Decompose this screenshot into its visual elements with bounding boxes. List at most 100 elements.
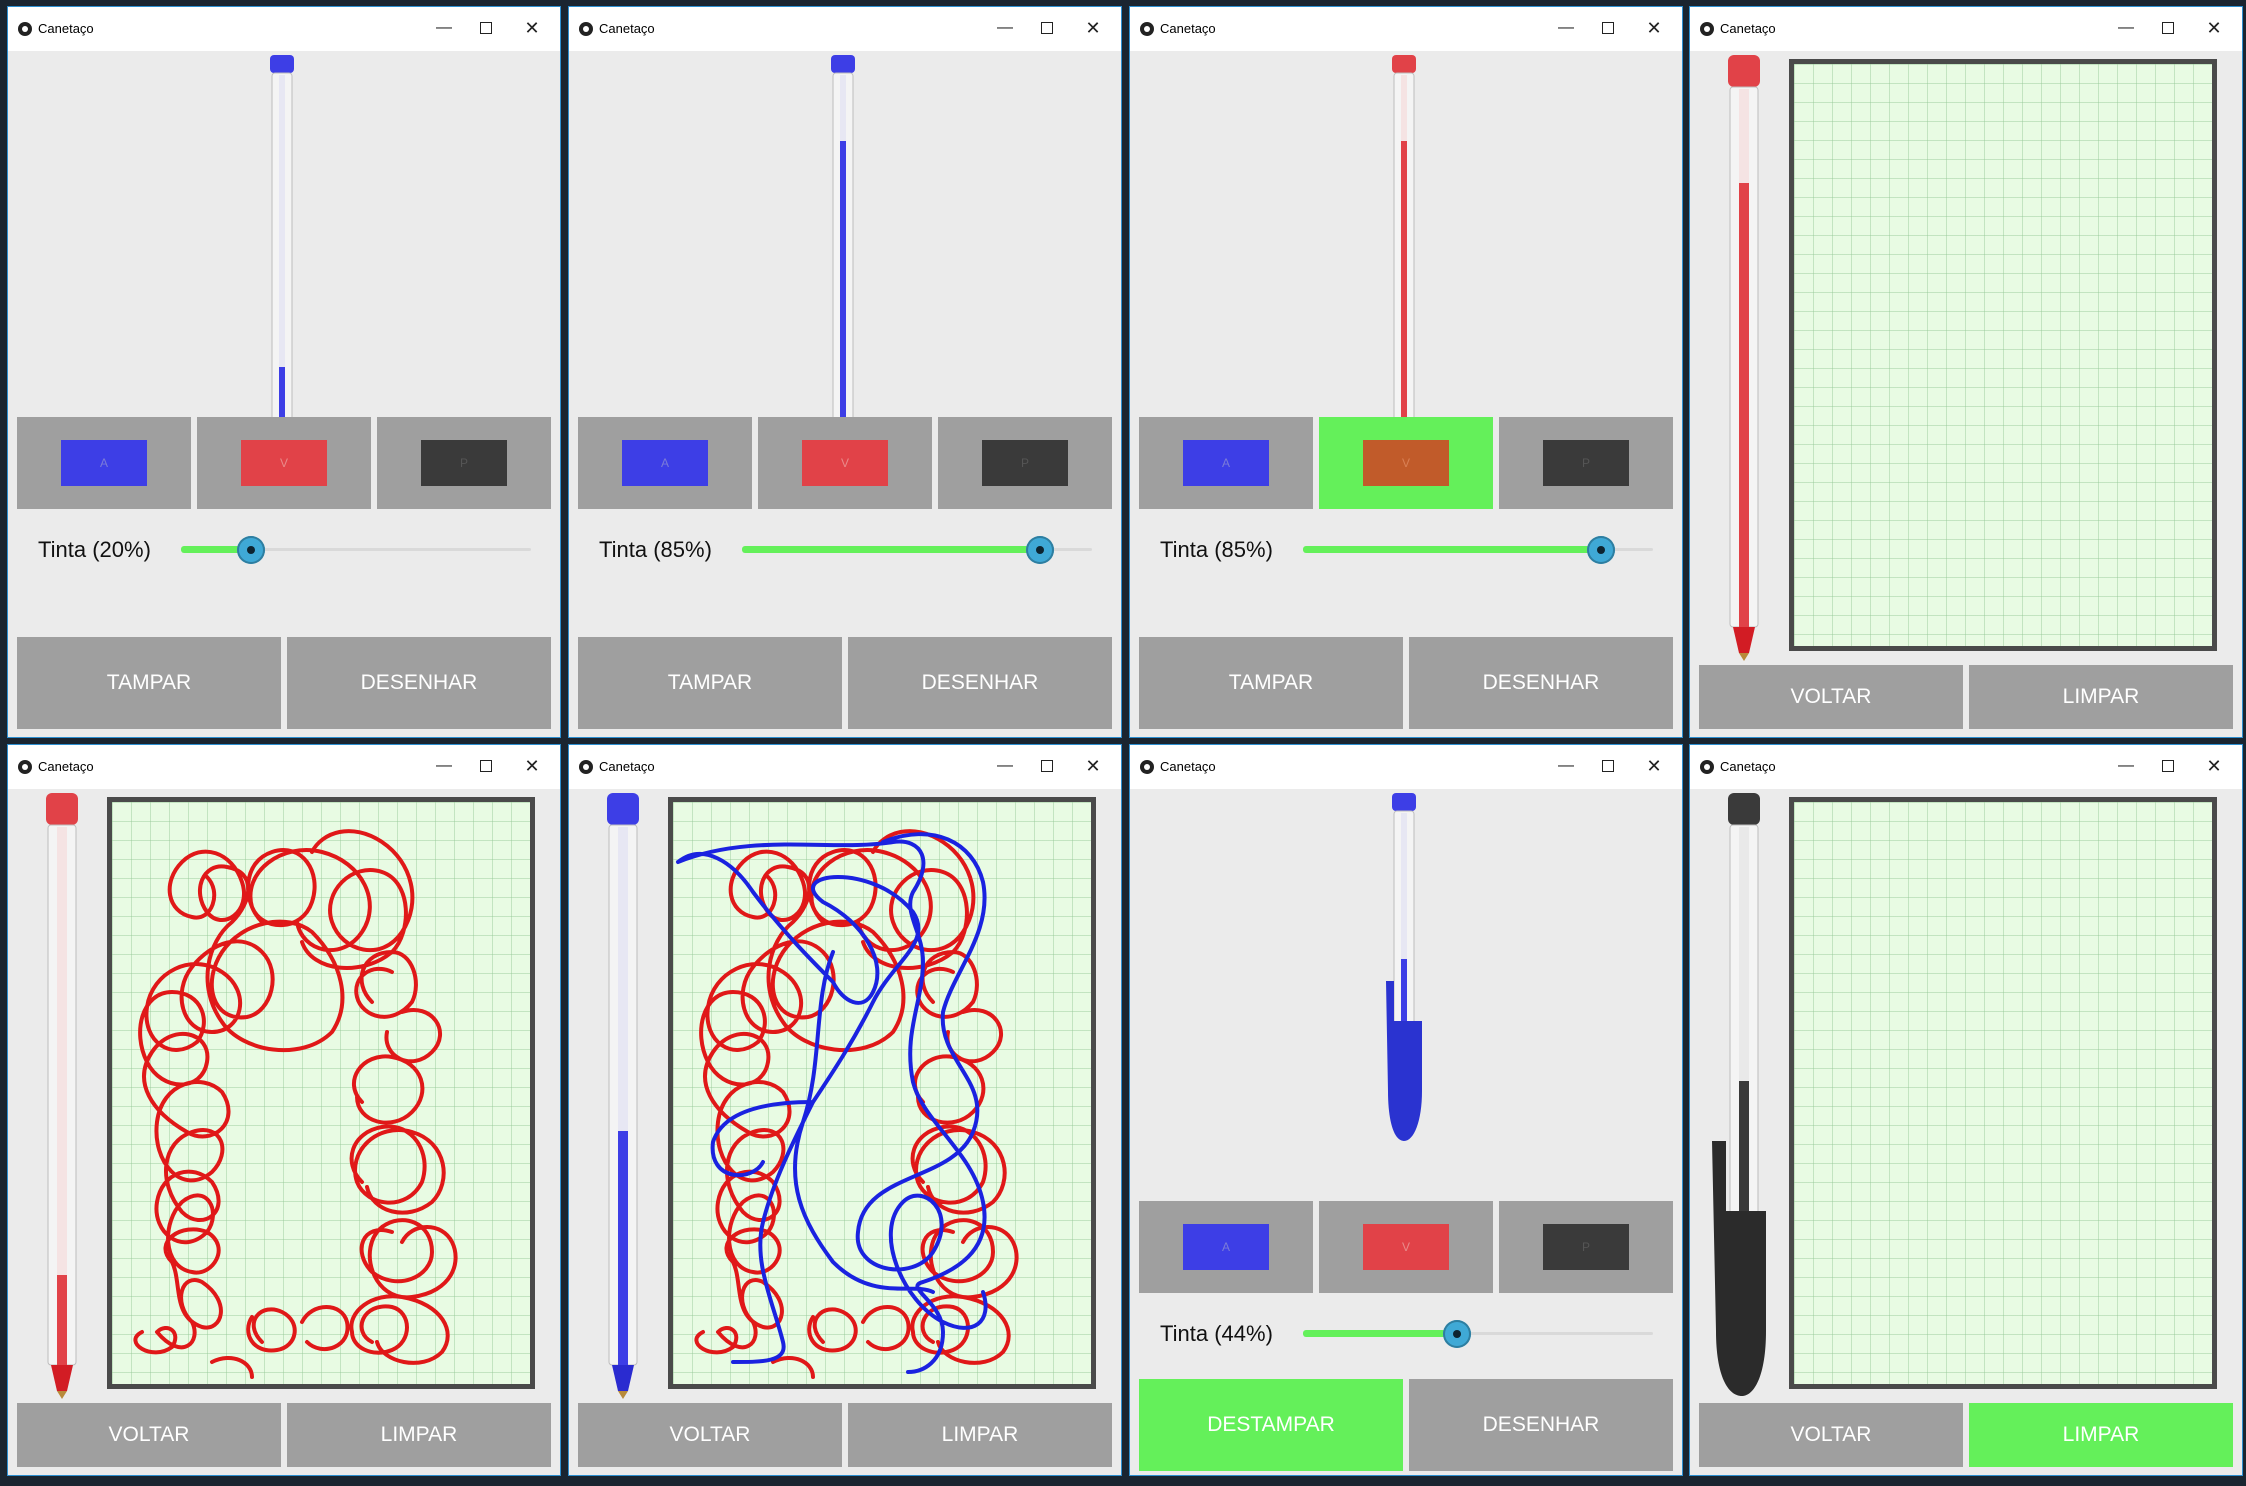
color-button-black[interactable]: P (377, 417, 551, 509)
color-button-red[interactable]: V (1319, 417, 1493, 509)
window-title: Canetaço (1160, 21, 1216, 36)
minimize-icon[interactable]: — (428, 753, 460, 779)
slider-thumb[interactable] (1025, 536, 1054, 564)
pen-illustration (1392, 55, 1416, 457)
action-bar: VOLTAR LIMPAR (1699, 1403, 2233, 1467)
close-icon[interactable]: ✕ (2198, 753, 2230, 779)
back-button[interactable]: VOLTAR (578, 1403, 842, 1467)
drawing-canvas[interactable] (1789, 59, 2217, 651)
back-button[interactable]: VOLTAR (1699, 665, 1963, 729)
color-button-black[interactable]: P (1499, 417, 1673, 509)
color-button-black[interactable]: P (1499, 1201, 1673, 1293)
pen-illustration (1386, 793, 1422, 1141)
clear-button[interactable]: LIMPAR (1969, 665, 2233, 729)
color-button-blue[interactable]: A (578, 417, 752, 509)
draw-button[interactable]: DESENHAR (848, 637, 1112, 729)
slider-thumb[interactable] (237, 536, 265, 564)
window-title: Canetaço (38, 21, 94, 36)
title-bar: Canetaço — ✕ (569, 745, 1121, 789)
close-icon[interactable]: ✕ (2198, 15, 2230, 41)
minimize-icon[interactable]: — (2110, 15, 2142, 41)
ink-slider[interactable] (1303, 529, 1653, 569)
color-button-red[interactable]: V (758, 417, 932, 509)
back-button[interactable]: VOLTAR (17, 1403, 281, 1467)
maximize-icon[interactable] (2152, 753, 2184, 779)
minimize-icon[interactable]: — (1550, 753, 1582, 779)
drawing-canvas[interactable] (668, 797, 1096, 1389)
action-bar: VOLTAR LIMPAR (17, 1403, 551, 1467)
app-icon (18, 760, 32, 774)
pen-illustration (831, 55, 855, 457)
ink-slider[interactable] (181, 529, 531, 569)
maximize-icon[interactable] (1031, 753, 1063, 779)
color-button-red[interactable]: V (197, 417, 371, 509)
slider-thumb[interactable] (1586, 536, 1615, 564)
minimize-icon[interactable]: — (989, 15, 1021, 41)
ink-level (1739, 183, 1749, 627)
cap-button[interactable]: TAMPAR (1139, 637, 1403, 729)
title-bar: Canetaço — ✕ (8, 7, 560, 51)
black-swatch: P (421, 440, 507, 486)
draw-button[interactable]: DESENHAR (1409, 1379, 1673, 1471)
ink-label: Tinta (85%) (599, 537, 712, 562)
slider-thumb[interactable] (1443, 1320, 1471, 1348)
color-button-red[interactable]: V (1319, 1201, 1493, 1293)
cap-button[interactable]: TAMPAR (578, 637, 842, 729)
close-icon[interactable]: ✕ (1638, 15, 1670, 41)
red-swatch: V (1363, 1224, 1449, 1270)
draw-button[interactable]: DESENHAR (287, 637, 551, 729)
cap-button[interactable]: TAMPAR (17, 637, 281, 729)
drawing-canvas[interactable] (107, 797, 535, 1389)
app-icon (1700, 760, 1714, 774)
slider-fill (742, 546, 1040, 553)
uncap-button[interactable]: DESTAMPAR (1139, 1379, 1403, 1471)
maximize-icon[interactable] (1592, 15, 1624, 41)
ink-slider[interactable] (742, 529, 1092, 569)
app-icon (1140, 22, 1154, 36)
clear-button[interactable]: LIMPAR (1969, 1403, 2233, 1467)
clear-button[interactable]: LIMPAR (287, 1403, 551, 1467)
maximize-icon[interactable] (2152, 15, 2184, 41)
color-button-blue[interactable]: A (1139, 417, 1313, 509)
close-icon[interactable]: ✕ (516, 15, 548, 41)
color-button-black[interactable]: P (938, 417, 1112, 509)
close-icon[interactable]: ✕ (516, 753, 548, 779)
red-scribble (133, 829, 458, 1379)
red-swatch: V (241, 440, 327, 486)
app-icon (1140, 760, 1154, 774)
app-icon (18, 22, 32, 36)
clear-button[interactable]: LIMPAR (848, 1403, 1112, 1467)
red-swatch: V (802, 440, 888, 486)
black-swatch: P (1543, 1224, 1629, 1270)
window-title: Canetaço (599, 759, 655, 774)
ink-level (57, 1275, 67, 1365)
action-bar: DESTAMPAR DESENHAR (1139, 1379, 1673, 1471)
maximize-icon[interactable] (1031, 15, 1063, 41)
minimize-icon[interactable]: — (1550, 15, 1582, 41)
close-icon[interactable]: ✕ (1638, 753, 1670, 779)
maximize-icon[interactable] (470, 753, 502, 779)
action-bar: TAMPAR DESENHAR (1139, 637, 1673, 729)
window-title: Canetaço (38, 759, 94, 774)
pen-illustration (1728, 55, 1760, 661)
title-bar: Canetaço — ✕ (1130, 745, 1682, 789)
ink-slider[interactable] (1303, 1313, 1653, 1353)
draw-button[interactable]: DESENHAR (1409, 637, 1673, 729)
app-icon (579, 760, 593, 774)
close-icon[interactable]: ✕ (1077, 15, 1109, 41)
maximize-icon[interactable] (1592, 753, 1624, 779)
minimize-icon[interactable]: — (989, 753, 1021, 779)
title-bar: Canetaço — ✕ (8, 745, 560, 789)
minimize-icon[interactable]: — (428, 15, 460, 41)
back-button[interactable]: VOLTAR (1699, 1403, 1963, 1467)
slider-fill (1303, 1330, 1457, 1337)
drawing-canvas[interactable] (1789, 797, 2217, 1389)
app-window-4: Canetaço — ✕ VOLTAR LIMPAR (1689, 6, 2243, 738)
slider-fill (1303, 546, 1601, 553)
color-button-blue[interactable]: A (1139, 1201, 1313, 1293)
minimize-icon[interactable]: — (2110, 753, 2142, 779)
color-button-blue[interactable]: A (17, 417, 191, 509)
maximize-icon[interactable] (470, 15, 502, 41)
close-icon[interactable]: ✕ (1077, 753, 1109, 779)
ink-label: Tinta (85%) (1160, 537, 1273, 562)
